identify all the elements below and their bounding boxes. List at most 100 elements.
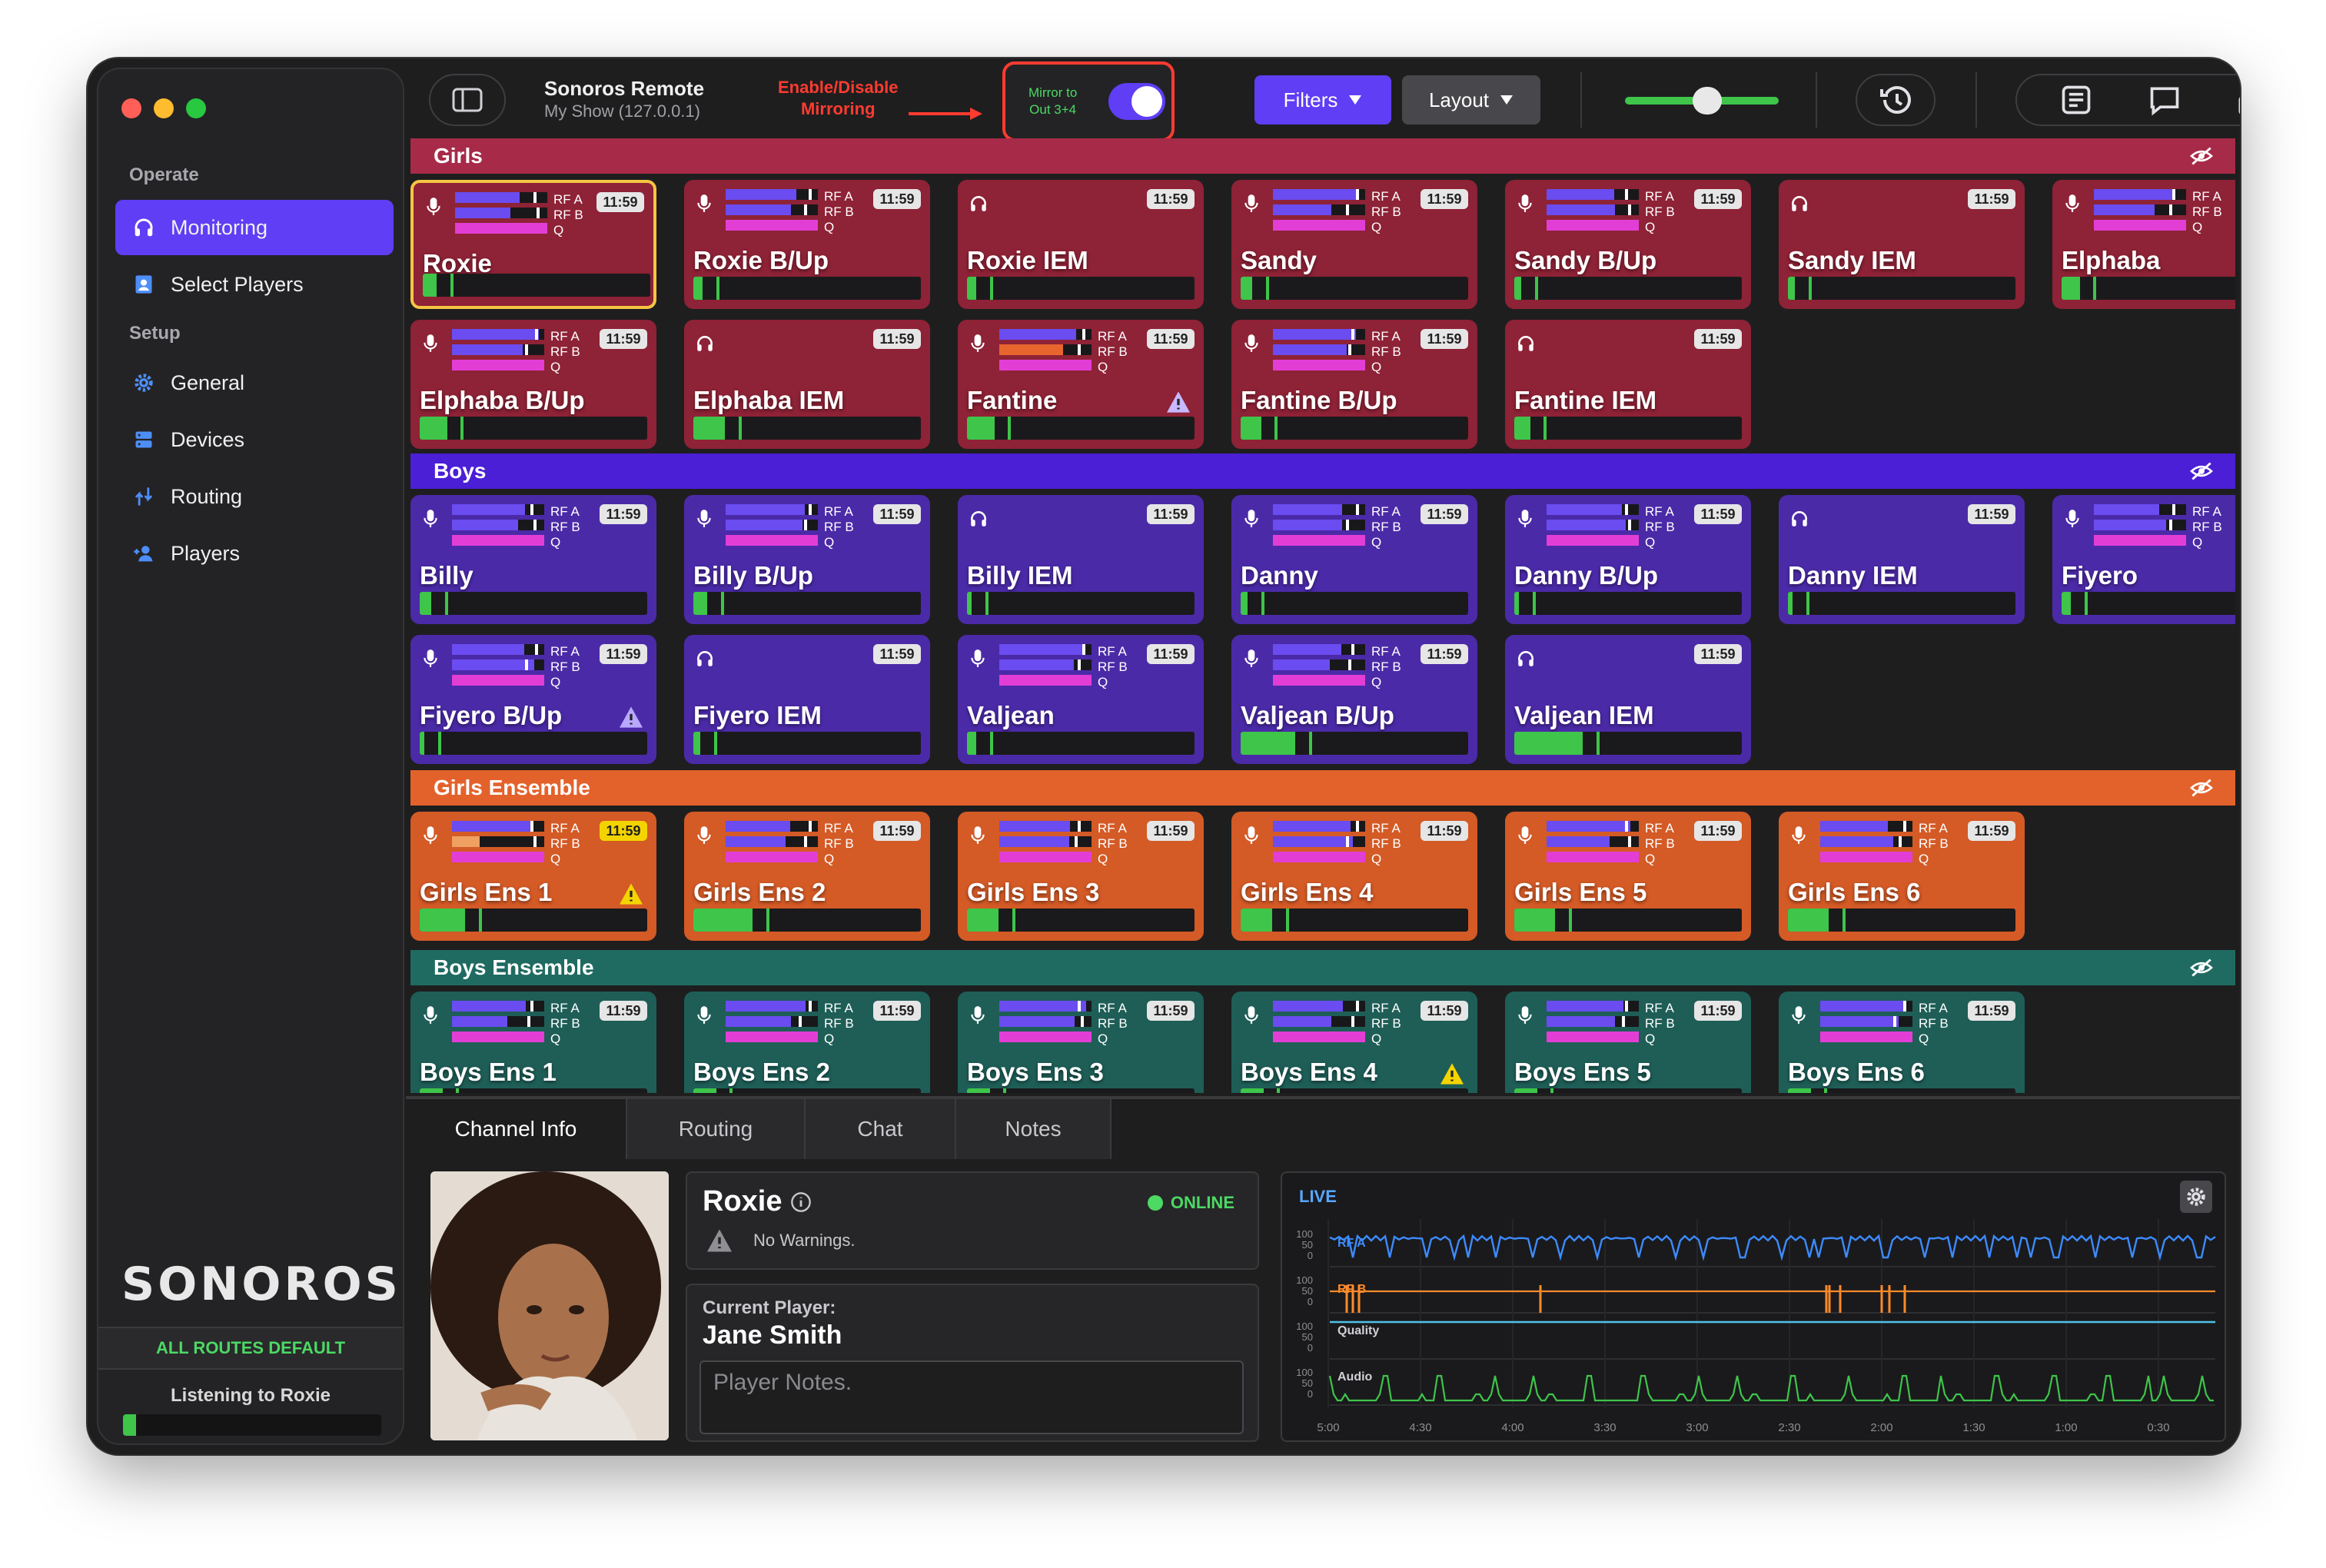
channel-tile[interactable]: RF A RF BQ 11:59 Fantine: [958, 320, 1204, 449]
rf-meters: [2094, 189, 2186, 235]
info-icon[interactable]: [790, 1191, 812, 1213]
channel-name: Fantine: [967, 386, 1058, 414]
channel-tile[interactable]: RF A RF BQ 11:59 Girls Ens 2: [684, 812, 930, 941]
group-header[interactable]: Girls: [410, 138, 2235, 174]
layout-button[interactable]: Layout: [1402, 75, 1540, 125]
player-notes-field[interactable]: Player Notes.: [699, 1360, 1244, 1434]
channel-tile[interactable]: RF A RF BQ 11:59 Girls Ens 5: [1505, 812, 1751, 941]
channel-tile[interactable]: RF A RF BQ 11:59 Sandy B/Up: [1505, 180, 1751, 309]
channel-name: Valjean IEM: [1514, 701, 1654, 729]
channel-tile[interactable]: RF A RF BQ 11:59 Girls Ens 1: [410, 812, 656, 941]
volume-slider-knob[interactable]: [1693, 87, 1722, 115]
q-label: Q: [1645, 1031, 1656, 1046]
tab-notes[interactable]: Notes: [956, 1099, 1111, 1159]
q-label: Q: [1645, 852, 1656, 866]
notes-icon[interactable]: [2059, 83, 2093, 117]
channel-tile[interactable]: RF A RF BQ 11:59 Billy: [410, 495, 656, 624]
channel-tile[interactable]: RF A RF BQ 11:59 Boys Ens 3: [958, 992, 1204, 1093]
channel-tile[interactable]: RF A RF BQ 11:59 Girls Ens 3: [958, 812, 1204, 941]
channel-tile[interactable]: RF A RF BQ 11:59 Roxie B/Up: [684, 180, 930, 309]
tab-channel-info[interactable]: Channel Info: [406, 1099, 627, 1159]
sidebar-item-monitoring[interactable]: Monitoring: [115, 200, 394, 255]
channel-tile[interactable]: 11:59 Valjean IEM: [1505, 635, 1751, 764]
channel-tile[interactable]: RF A RF BQ 11:59 Valjean: [958, 635, 1204, 764]
group-header[interactable]: Boys Ensemble: [410, 950, 2235, 985]
sidebar-item-routing[interactable]: Routing: [115, 469, 394, 524]
channel-tile[interactable]: RF A RF BQ 11:59 Danny: [1231, 495, 1477, 624]
channel-tile[interactable]: RF ARF BQ 11:59 Fiyero: [2052, 495, 2235, 624]
hide-group-icon[interactable]: [2189, 958, 2214, 978]
lock-icon[interactable]: [2236, 83, 2240, 117]
channel-tile[interactable]: RF A RF BQ 11:59 Girls Ens 4: [1231, 812, 1477, 941]
channel-tile[interactable]: 11:59 Fantine IEM: [1505, 320, 1751, 449]
audio-meter: [1514, 909, 1742, 932]
channel-name: Sandy IEM: [1788, 246, 1916, 274]
channel-type-icon: [969, 1005, 987, 1025]
sidebar-item-select-players[interactable]: Select Players: [115, 257, 394, 312]
channel-tile[interactable]: 11:59 Billy IEM: [958, 495, 1204, 624]
rf-labels: RF A RF BQ: [553, 192, 583, 238]
hide-group-icon[interactable]: [2189, 461, 2214, 481]
sidebar-item-devices[interactable]: Devices: [115, 412, 394, 467]
hide-group-icon[interactable]: [2189, 778, 2214, 798]
graph-series-label: Audio: [1337, 1370, 1373, 1384]
sidebar-item-players[interactable]: Players: [115, 526, 394, 581]
channel-tile[interactable]: RF A RF BQ 11:59 Girls Ens 6: [1779, 812, 2025, 941]
channel-tile[interactable]: RF A RF BQ 11:59 Billy B/Up: [684, 495, 930, 624]
close-window-button[interactable]: [121, 98, 141, 118]
headphones-icon: [697, 651, 713, 666]
history-button[interactable]: [1856, 74, 1936, 126]
rf-meters: [1273, 329, 1365, 375]
channel-tile[interactable]: 11:59 Roxie IEM: [958, 180, 1204, 309]
channel-tile[interactable]: RF A RF BQ 11:59 Sandy: [1231, 180, 1477, 309]
channel-tile[interactable]: RF A RF BQ 11:59 Boys Ens 1: [410, 992, 656, 1093]
audio-meter: [1241, 592, 1468, 615]
mirror-toggle[interactable]: [1108, 83, 1165, 120]
rf-b-label: RF B: [1098, 1016, 1128, 1031]
channel-tile[interactable]: RF A RF BQ 11:59 Boys Ens 6: [1779, 992, 2025, 1093]
tab-chat[interactable]: Chat: [806, 1099, 956, 1159]
hide-group-icon[interactable]: [2189, 146, 2214, 166]
channel-tile[interactable]: RF A RF BQ 11:59 Boys Ens 2: [684, 992, 930, 1093]
battery-time: 11:59: [1694, 189, 1742, 209]
channel-name: Valjean B/Up: [1241, 701, 1394, 729]
channel-tile[interactable]: RF A RF BQ 11:59 Fantine B/Up: [1231, 320, 1477, 449]
channel-tile[interactable]: RF ARF BQ 11:59 Elphaba: [2052, 180, 2235, 309]
rf-labels: RF A RF BQ: [550, 644, 580, 690]
sidebar-toggle-button[interactable]: [429, 74, 506, 126]
filters-button[interactable]: Filters: [1254, 75, 1391, 125]
channel-tile[interactable]: RF A RF BQ 11:59 Fiyero B/Up: [410, 635, 656, 764]
audio-meter: [420, 417, 647, 440]
channel-tile[interactable]: 11:59 Fiyero IEM: [684, 635, 930, 764]
channel-tile[interactable]: 11:59 Danny IEM: [1779, 495, 2025, 624]
sidebar-item-general[interactable]: General: [115, 355, 394, 410]
battery-time: 11:59: [1147, 329, 1195, 349]
channel-tile[interactable]: 11:59 Sandy IEM: [1779, 180, 2025, 309]
rf-labels: RF A RF BQ: [824, 1001, 854, 1047]
q-label: Q: [824, 852, 835, 866]
rf-a-label: RF A: [824, 821, 853, 835]
battery-time: 11:59: [1694, 821, 1742, 841]
channel-tile[interactable]: RF A RF BQ 11:59 Boys Ens 5: [1505, 992, 1751, 1093]
group-header[interactable]: Boys: [410, 453, 2235, 489]
q-label: Q: [1371, 535, 1382, 550]
tab-routing[interactable]: Routing: [627, 1099, 806, 1159]
group-header[interactable]: Girls Ensemble: [410, 770, 2235, 806]
battery-time: 11:59: [596, 192, 644, 212]
minimize-window-button[interactable]: [154, 98, 174, 118]
battery-time: 11:59: [1421, 189, 1468, 209]
channel-tile[interactable]: RF A RF BQ 11:59 Roxie: [410, 180, 656, 309]
channel-tile[interactable]: RF A RF BQ 11:59 Danny B/Up: [1505, 495, 1751, 624]
q-label: Q: [1371, 220, 1382, 234]
chat-icon[interactable]: [2147, 83, 2182, 117]
channel-tile[interactable]: RF A RF BQ 11:59 Boys Ens 4: [1231, 992, 1477, 1093]
channel-tile[interactable]: RF A RF BQ 11:59 Elphaba B/Up: [410, 320, 656, 449]
battery-time: 11:59: [873, 644, 921, 664]
channel-tile[interactable]: 11:59 Elphaba IEM: [684, 320, 930, 449]
channel-name: Danny B/Up: [1514, 561, 1659, 590]
channel-tile[interactable]: RF A RF BQ 11:59 Valjean B/Up: [1231, 635, 1477, 764]
graph-settings-button[interactable]: [2180, 1181, 2212, 1213]
routes-status[interactable]: ALL ROUTES DEFAULT: [98, 1327, 403, 1370]
channel-type-icon: [1789, 509, 1808, 529]
zoom-window-button[interactable]: [186, 98, 206, 118]
